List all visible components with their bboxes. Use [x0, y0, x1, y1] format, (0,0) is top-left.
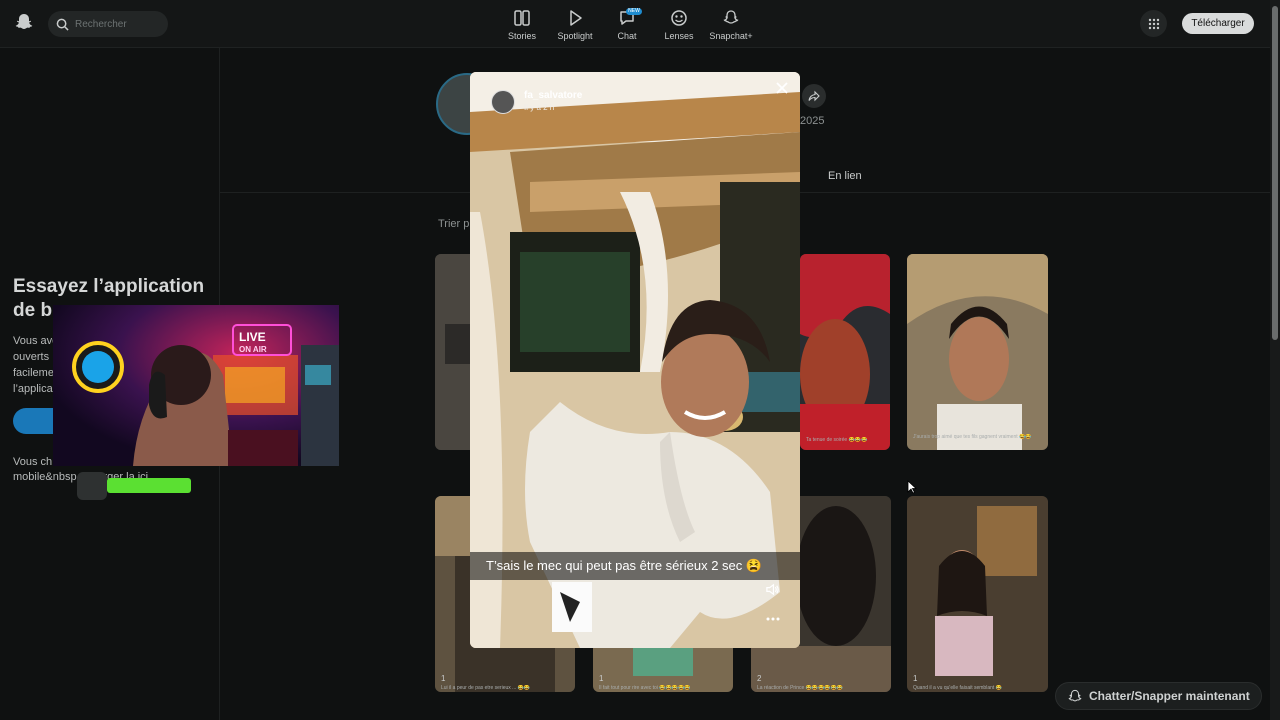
close-icon[interactable] [774, 80, 790, 96]
chat-button-label: Chatter/Snapper maintenant [1089, 689, 1250, 703]
story-caption: T’sais le mec qui peut pas être sérieux … [486, 558, 763, 573]
nav-snapchat-plus[interactable]: Snapchat+ [707, 8, 755, 46]
search-icon [56, 18, 69, 31]
scrollbar-thumb[interactable] [1272, 6, 1278, 340]
grid-tile[interactable]: Ta tenue de soirée 😂😂😂 [800, 254, 890, 450]
nav-label: Lenses [664, 31, 694, 41]
profile-date: 2025 [800, 115, 825, 127]
webcam-overlay: LIVE ON AIR [53, 305, 339, 466]
stories-icon [514, 10, 530, 26]
tile-thumbnail [800, 254, 890, 450]
tab-en-lien[interactable]: En lien [828, 170, 862, 182]
tile-caption: La réaction de Prince 😂😂😂😂😂😂 [757, 685, 843, 691]
snapchat-ghost-icon[interactable] [14, 12, 34, 32]
nav-lenses[interactable]: Lenses [655, 8, 703, 46]
nav-label: Chat [617, 31, 637, 41]
nav-stories[interactable]: Stories [498, 8, 546, 46]
share-button[interactable] [802, 84, 826, 108]
nav-label: Spotlight [557, 31, 593, 41]
sort-label[interactable]: Trier p [438, 218, 469, 230]
story-username[interactable]: fa_salvatore [524, 90, 582, 101]
tile-count: 1 [441, 674, 446, 683]
story-timestamp: Il y a 2 h [524, 103, 555, 112]
webcam-image: LIVE ON AIR [53, 305, 339, 466]
grid-tile[interactable]: 1 Quand il a vu qu'elle faisait semblant… [907, 496, 1048, 692]
story-caption-bar: T’sais le mec qui peut pas être sérieux … [470, 552, 800, 580]
nav-label: Stories [507, 31, 536, 41]
snapchat-ghost-icon [1068, 689, 1082, 702]
grid-tile[interactable]: J'aurais trop aimé que tes fils gagnent … [907, 254, 1048, 450]
search-bar[interactable] [48, 11, 168, 37]
svg-text:LIVE: LIVE [239, 330, 266, 344]
tile-caption: Il fait tout pour rire avec toi 😂😂😂😂😂 [599, 685, 691, 691]
tile-thumbnail [907, 254, 1048, 450]
search-input[interactable] [75, 18, 155, 30]
lenses-icon [671, 10, 687, 26]
new-badge: NEW [626, 8, 642, 15]
tile-count: 1 [913, 674, 918, 683]
more-options-icon[interactable] [765, 614, 781, 624]
apps-grid-button[interactable] [1140, 10, 1167, 37]
snapchat-plus-icon [723, 10, 739, 24]
sound-icon[interactable] [765, 582, 780, 597]
webcam-green-bar [107, 478, 191, 493]
nav-label: Snapchat+ [709, 31, 753, 41]
promo-title-line: Essayez l’application [13, 276, 205, 297]
tile-caption: Lui il a peur de pas etre serieux ... 😂😂 [441, 685, 531, 691]
nav-spotlight[interactable]: Spotlight [551, 8, 599, 46]
webcam-dark-bar [77, 472, 107, 500]
tile-count: 2 [757, 674, 762, 683]
play-icon [570, 10, 582, 26]
share-icon [808, 90, 820, 102]
tile-caption: Quand il a vu qu'elle faisait semblant 😂 [913, 685, 1002, 691]
tile-caption: J'aurais trop aimé que tes fils gagnent … [913, 434, 1032, 440]
tile-thumbnail [907, 496, 1048, 692]
story-user-avatar[interactable] [491, 90, 515, 114]
chat-snap-now-button[interactable]: Chatter/Snapper maintenant [1055, 682, 1262, 710]
svg-text:ON AIR: ON AIR [239, 345, 267, 354]
mouse-cursor-icon [907, 480, 917, 494]
download-button[interactable]: Télécharger [1182, 13, 1254, 34]
grid-icon [1148, 18, 1159, 29]
tile-caption: Ta tenue de soirée 😂😂😂 [806, 437, 868, 443]
tile-count: 1 [599, 674, 604, 683]
